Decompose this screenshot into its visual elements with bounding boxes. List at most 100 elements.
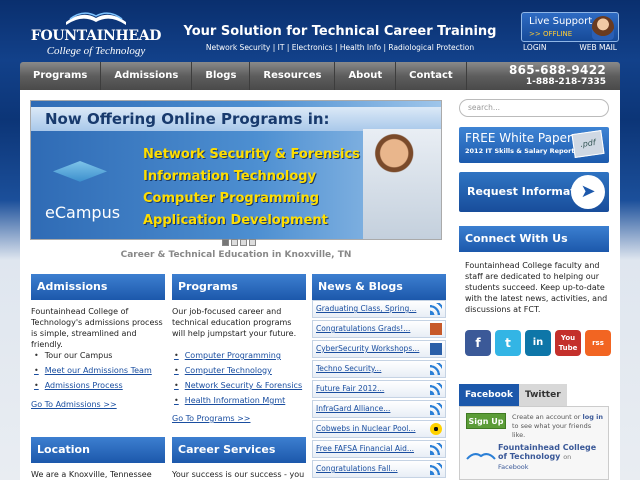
career-services-title: Career Services — [178, 443, 276, 456]
banner-heading: Now Offering Online Programs in: — [31, 107, 441, 131]
nav-item-programs[interactable]: Programs — [20, 62, 102, 90]
logo[interactable]: FOUNTAINHEAD College of Technology — [28, 8, 164, 57]
admissions-link-process[interactable]: Admissions Process — [34, 378, 152, 393]
connect-text: Fountainhead College faculty and staff a… — [465, 261, 608, 314]
rss-icon — [430, 363, 442, 375]
program-link-health[interactable]: Health Information Mgmt — [174, 393, 302, 408]
news-item[interactable]: Future Fair 2012... — [312, 380, 446, 398]
main-nav: Programs Admissions Blogs Resources Abou… — [20, 62, 620, 90]
slider-dot[interactable] — [222, 239, 229, 246]
tab-twitter[interactable]: Twitter — [518, 384, 567, 406]
ecampus-label: eCampus — [45, 203, 121, 222]
banner-line-1: Network Security & Forensics — [143, 147, 360, 162]
graduation-cap-icon — [53, 161, 107, 182]
twitter-icon[interactable]: t — [495, 330, 521, 356]
slider-dots — [222, 239, 256, 246]
news-heading[interactable]: News & Blogs — [312, 274, 446, 300]
location-heading[interactable]: Location — [31, 437, 165, 463]
rss-icon — [430, 403, 442, 415]
nav-item-blogs[interactable]: Blogs — [192, 62, 251, 90]
connect-heading: Connect With Us — [459, 226, 609, 252]
go-to-programs-link[interactable]: Go To Programs >> — [172, 413, 250, 424]
webmail-link[interactable]: WEB MAIL — [579, 43, 617, 52]
program-links[interactable]: Network Security | IT | Electronics | He… — [170, 43, 510, 52]
phone-numbers: 865-688-9422 1-888-218-7335 — [509, 63, 606, 87]
news-item[interactable]: Free FAFSA Financial Aid... — [312, 440, 446, 458]
monitor-icon — [430, 343, 442, 355]
slider-dot[interactable] — [240, 239, 247, 246]
student-laptop-image — [363, 129, 441, 239]
news-item[interactable]: CyberSecurity Workshops... — [312, 340, 446, 358]
program-link-technology[interactable]: Computer Technology — [174, 363, 302, 378]
nav-item-admissions[interactable]: Admissions — [101, 62, 193, 90]
header-links: LOGIN WEB MAIL — [521, 43, 619, 52]
social-tabs: Facebook Twitter — [459, 384, 567, 406]
white-paper-subtitle: 2012 IT Skills & Salary Report — [465, 147, 575, 155]
site-header: FOUNTAINHEAD College of Technology Your … — [0, 0, 640, 62]
live-support-button[interactable]: Live Support >> OFFLINE — [521, 12, 619, 42]
banner-caption: Career & Technical Education in Knoxvill… — [120, 250, 352, 260]
admissions-title: Admissions — [37, 280, 108, 293]
location-text: We are a Knoxville, Tennessee — [31, 470, 152, 479]
rss-icon — [430, 443, 442, 455]
hero-banner[interactable]: Now Offering Online Programs in: Network… — [30, 100, 442, 240]
logo-subtitle: College of Technology — [46, 45, 146, 57]
fb-source-link[interactable]: Facebook — [498, 463, 529, 471]
white-paper-button[interactable]: FREE White Paper 2012 IT Skills & Salary… — [459, 127, 609, 163]
logo-name: FOUNTAINHEAD — [30, 28, 162, 44]
fct-page-logo-icon — [466, 453, 496, 460]
programs-title: Programs — [178, 280, 238, 293]
admissions-link-tour[interactable]: Tour our Campus — [34, 348, 152, 363]
fb-login-link[interactable]: log in — [583, 413, 603, 421]
programs-list: Computer Programming Computer Technology… — [174, 348, 302, 408]
login-link[interactable]: LOGIN — [523, 43, 546, 52]
white-paper-title: FREE White Paper — [465, 131, 572, 145]
search-input[interactable]: search... — [459, 99, 609, 117]
news-item[interactable]: Graduating Class, Spring... — [312, 300, 446, 318]
fb-page-link[interactable]: Fountainhead College of Technology on — [498, 443, 606, 462]
go-to-admissions-link[interactable]: Go To Admissions >> — [31, 399, 117, 410]
signup-text: Create an account or log in to see what … — [512, 413, 603, 439]
banner-line-3: Computer Programming — [143, 191, 320, 206]
admissions-list: Tour our Campus Meet our Admissions Team… — [34, 348, 152, 393]
rss-icon — [430, 463, 442, 475]
live-support-label: Live Support — [529, 16, 593, 27]
linkedin-icon[interactable]: in — [525, 330, 551, 356]
connect-title: Connect With Us — [465, 232, 568, 245]
slider-dot[interactable] — [249, 239, 256, 246]
location-title: Location — [37, 443, 90, 456]
slider-dot[interactable] — [231, 239, 238, 246]
request-info-button[interactable]: Request Information ➤ — [459, 172, 609, 212]
news-item[interactable]: Techno Security... — [312, 360, 446, 378]
program-link-security[interactable]: Network Security & Forensics — [174, 378, 302, 393]
nav-item-contact[interactable]: Contact — [396, 62, 467, 90]
phone-local: 865-688-9422 — [508, 63, 606, 77]
career-services-text: Your success is our success - you — [172, 470, 305, 479]
admissions-heading[interactable]: Admissions — [31, 274, 165, 300]
news-item[interactable]: Congratulations Fall... — [312, 460, 446, 478]
tab-facebook[interactable]: Facebook — [459, 384, 519, 406]
signup-button[interactable]: Sign Up — [466, 413, 506, 429]
career-services-heading[interactable]: Career Services — [172, 437, 306, 463]
social-icons: f t in You Tube rss — [465, 330, 611, 356]
rss-icon — [430, 303, 442, 315]
nav-item-resources[interactable]: Resources — [250, 62, 336, 90]
facebook-widget: Sign Up Create an account or log in to s… — [459, 406, 609, 480]
youtube-icon[interactable]: You Tube — [555, 330, 581, 356]
arrow-right-icon: ➤ — [571, 175, 605, 209]
admissions-text: Fountainhead College of Technology's adm… — [31, 307, 163, 349]
admissions-link-team[interactable]: Meet our Admissions Team — [34, 363, 152, 378]
site-tagline: Your Solution for Technical Career Train… — [183, 24, 497, 39]
banner-line-2: Information Technology — [143, 169, 317, 184]
news-item[interactable]: Cobwebs in Nuclear Pool... — [312, 420, 446, 438]
news-list: Graduating Class, Spring... Congratulati… — [312, 300, 446, 480]
nav-item-about[interactable]: About — [335, 62, 397, 90]
facebook-icon[interactable]: f — [465, 330, 491, 356]
news-item[interactable]: InfraGard Alliance... — [312, 400, 446, 418]
programs-heading[interactable]: Programs — [172, 274, 306, 300]
program-link-programming[interactable]: Computer Programming — [174, 348, 302, 363]
rss-feed-icon[interactable]: rss — [585, 330, 611, 356]
news-item[interactable]: Congratulations Grads!... — [312, 320, 446, 338]
phone-tollfree: 1-888-218-7335 — [525, 77, 606, 87]
live-support-status: >> OFFLINE — [529, 30, 573, 38]
